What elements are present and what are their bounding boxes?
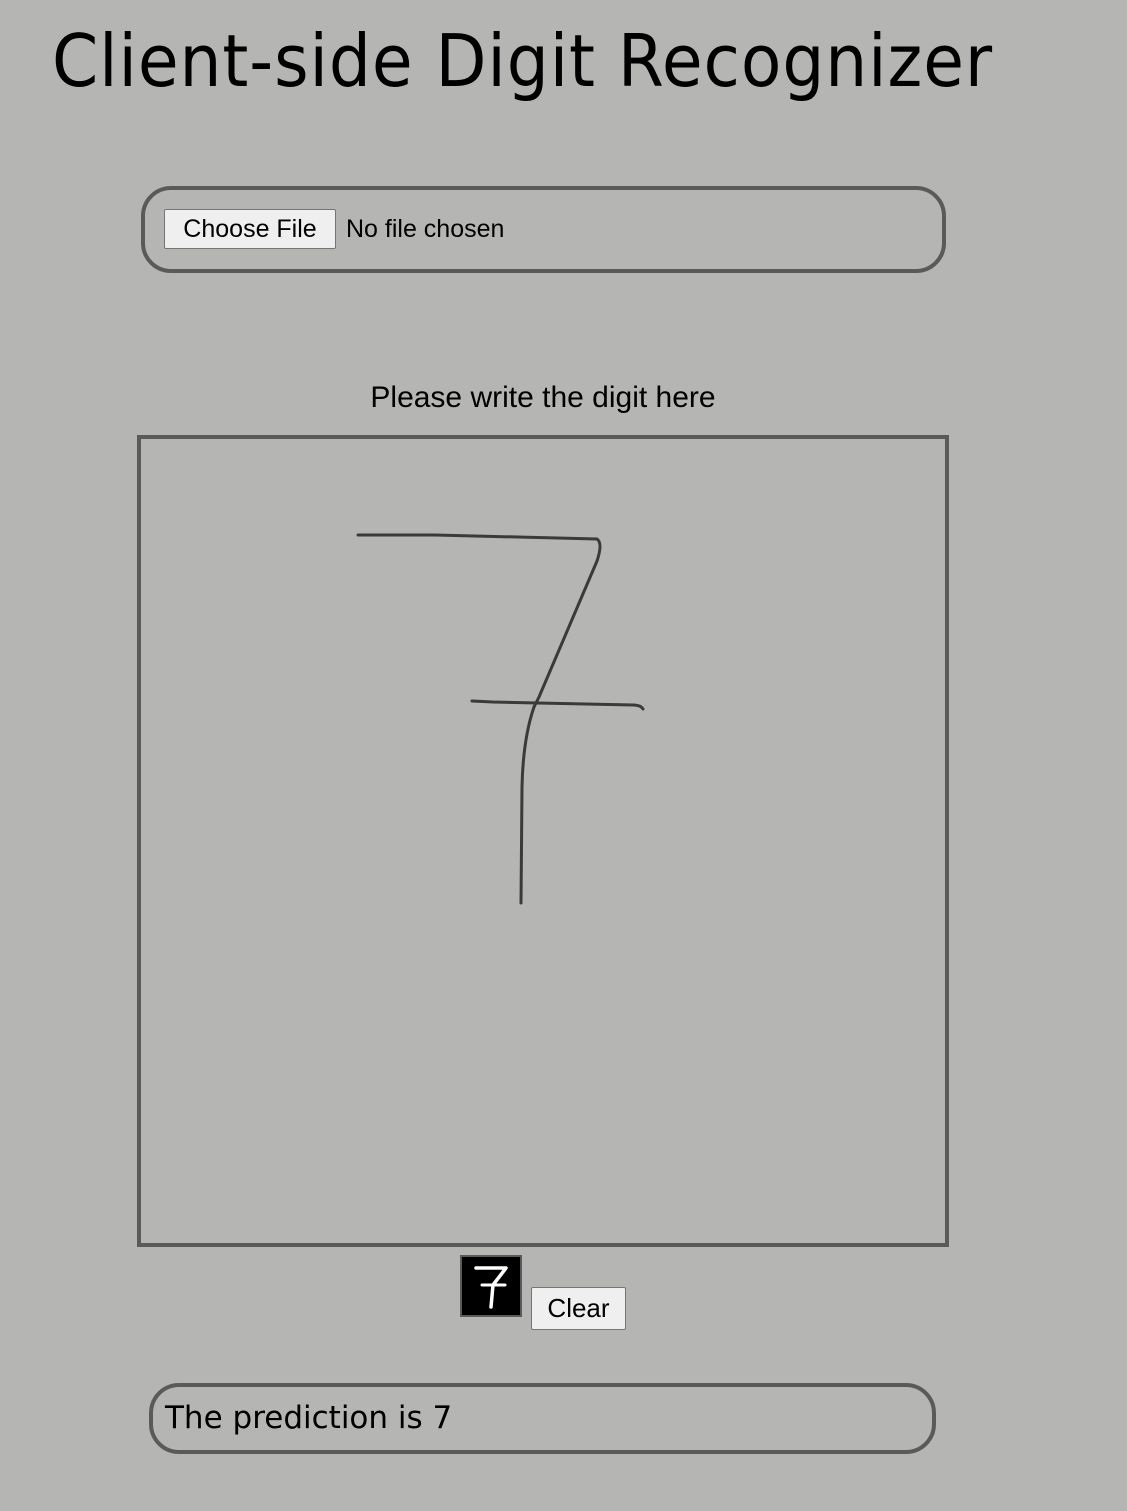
canvas-instructions: Please write the digit here — [370, 381, 716, 414]
digit-stroke-crossbar — [470, 699, 645, 711]
digit-stroke-top — [356, 533, 602, 709]
thumbnail-digit-icon — [474, 1266, 508, 1309]
choose-file-button[interactable]: Choose File — [164, 209, 336, 249]
drawn-digit-strokes — [356, 533, 645, 905]
prediction-result-box: The prediction is 7 — [149, 1383, 936, 1454]
drawing-canvas[interactable] — [137, 435, 949, 1247]
file-status-text: No file chosen — [346, 215, 505, 243]
page-title: Client-side Digit Recognizer — [52, 19, 994, 103]
processed-digit-thumbnail — [460, 1255, 522, 1317]
prediction-text: The prediction is 7 — [165, 1400, 453, 1436]
clear-button[interactable]: Clear — [531, 1287, 626, 1330]
digit-stroke-stem — [519, 705, 536, 905]
file-input-container: Choose File No file chosen — [141, 186, 946, 273]
